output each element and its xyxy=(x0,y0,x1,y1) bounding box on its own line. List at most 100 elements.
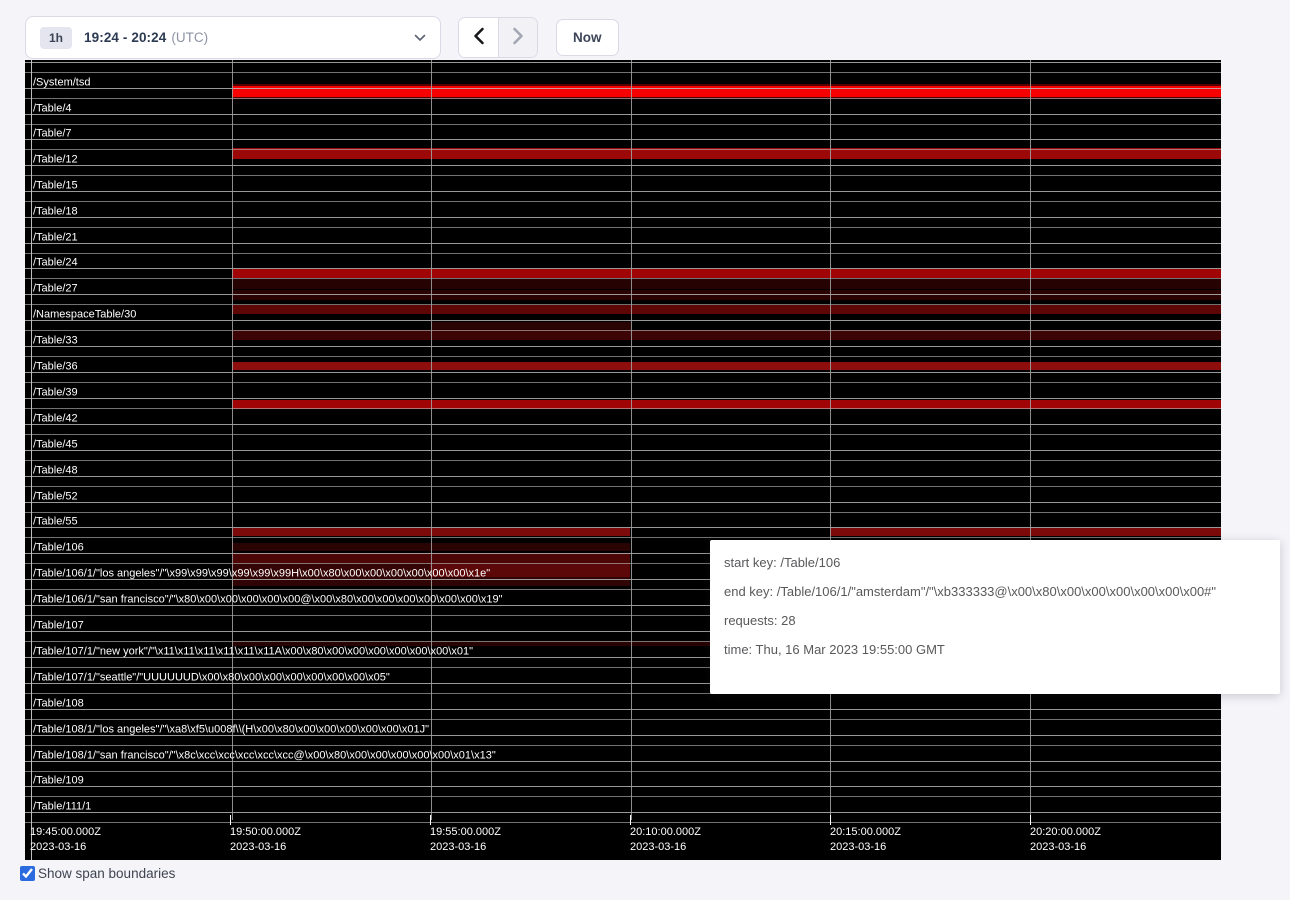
time-range-select[interactable]: 1h 19:24 - 20:24 (UTC) xyxy=(25,16,441,59)
span-boundary-line xyxy=(25,243,1221,244)
axis-tickmark xyxy=(630,815,631,825)
axis-tickmark xyxy=(430,815,431,825)
axis-tick-label: 19:45:00.000Z2023-03-16 xyxy=(30,825,101,855)
show-span-boundaries-label[interactable]: Show span boundaries xyxy=(38,866,175,881)
heat-band xyxy=(830,528,1221,536)
row-label: /Table/48 xyxy=(33,466,78,477)
span-tooltip: start key: /Table/106 end key: /Table/10… xyxy=(710,540,1280,694)
row-label: /Table/45 xyxy=(33,440,78,451)
heat-band xyxy=(232,362,1221,370)
time-gridline xyxy=(431,60,432,820)
span-boundary-line xyxy=(25,719,1221,720)
row-label: /Table/109 xyxy=(33,776,84,787)
span-boundary-line xyxy=(25,98,1221,99)
prev-interval-button[interactable] xyxy=(459,18,498,57)
range-timezone: (UTC) xyxy=(171,30,208,45)
axis-tick-label: 20:20:00.000Z2023-03-16 xyxy=(1030,825,1101,855)
span-boundary-line xyxy=(25,268,1221,269)
span-boundary-line xyxy=(25,88,1221,89)
chevron-down-icon xyxy=(414,34,426,42)
row-label: /Table/108/1/"san francisco"/"\x8c\xcc\x… xyxy=(33,751,496,762)
tooltip-end-key: end key: /Table/106/1/"amsterdam"/"\xb33… xyxy=(724,577,1266,606)
range-text: 19:24 - 20:24 xyxy=(84,30,166,45)
span-boundary-line xyxy=(25,165,1221,166)
row-label: /Table/108 xyxy=(33,699,84,710)
span-boundary-line xyxy=(25,201,1221,202)
span-boundary-line xyxy=(25,709,1221,710)
heat-band xyxy=(232,279,1221,289)
span-boundary-line xyxy=(25,372,1221,373)
axis-tick-label: 19:50:00.000Z2023-03-16 xyxy=(230,825,301,855)
span-boundary-line xyxy=(25,278,1221,279)
heat-band xyxy=(431,322,631,330)
span-boundary-line xyxy=(25,320,1221,321)
heat-band xyxy=(232,290,1221,300)
span-boundary-line xyxy=(25,450,1221,451)
span-boundary-line xyxy=(25,434,1221,435)
span-boundary-line xyxy=(25,62,1221,63)
keyvis-canvas[interactable]: /System/tsd/Table/4/Table/7/Table/12/Tab… xyxy=(25,60,1221,860)
row-label: /System/tsd xyxy=(33,78,90,89)
range-duration-chip: 1h xyxy=(40,27,72,49)
axis-tickmark xyxy=(1030,815,1031,825)
span-boundary-line xyxy=(25,460,1221,461)
span-boundary-line xyxy=(25,424,1221,425)
span-boundary-line xyxy=(25,512,1221,513)
span-boundary-line xyxy=(25,822,1221,823)
axis-tick-label: 20:15:00.000Z2023-03-16 xyxy=(830,825,901,855)
span-boundary-line xyxy=(25,294,1221,295)
row-label: /Table/4 xyxy=(33,104,72,115)
time-gridline xyxy=(830,60,831,820)
footer: Show span boundaries xyxy=(20,866,175,881)
span-boundary-line xyxy=(25,304,1221,305)
row-label: /Table/111/1 xyxy=(33,802,91,813)
span-boundary-line xyxy=(25,771,1221,772)
tooltip-requests: requests: 28 xyxy=(724,606,1266,635)
axis-tick-label: 19:55:00.000Z2023-03-16 xyxy=(430,825,501,855)
span-boundary-line xyxy=(25,330,1221,331)
row-label: /Table/33 xyxy=(33,336,78,347)
left-edge-line xyxy=(31,60,32,860)
heat-band xyxy=(232,305,1221,314)
span-boundary-line xyxy=(25,486,1221,487)
show-span-boundaries-checkbox[interactable] xyxy=(20,866,35,881)
row-label: /Table/108/1/"los angeles"/"\xa8\xf5\u00… xyxy=(33,725,429,736)
span-boundary-line xyxy=(25,175,1221,176)
span-boundary-line xyxy=(25,217,1221,218)
time-gridline xyxy=(232,60,233,820)
span-boundary-line xyxy=(25,114,1221,115)
span-boundary-line xyxy=(25,408,1221,409)
span-boundary-line xyxy=(25,502,1221,503)
row-label: /Table/39 xyxy=(33,388,78,399)
row-label: /Table/42 xyxy=(33,414,78,425)
span-boundary-line xyxy=(25,72,1221,73)
axis-tick-label: 20:10:00.000Z2023-03-16 xyxy=(630,825,701,855)
span-boundary-line xyxy=(25,356,1221,357)
next-interval-button[interactable] xyxy=(498,18,537,57)
span-boundary-line xyxy=(25,124,1221,125)
span-boundary-line xyxy=(25,139,1221,140)
row-label: /Table/7 xyxy=(33,129,72,140)
row-label: /Table/18 xyxy=(33,207,78,218)
time-gridline xyxy=(1030,60,1031,820)
span-boundary-line xyxy=(25,253,1221,254)
row-label: /Table/107/1/"new york"/"\x11\x11\x11\x1… xyxy=(33,647,473,658)
span-boundary-line xyxy=(25,227,1221,228)
span-boundary-line xyxy=(25,812,1221,813)
axis-tickmark xyxy=(830,815,831,825)
tooltip-time: time: Thu, 16 Mar 2023 19:55:00 GMT xyxy=(724,635,1266,664)
row-label: /Table/21 xyxy=(33,233,78,244)
chevron-left-icon xyxy=(472,27,486,48)
heat-band xyxy=(232,269,1221,278)
row-label: /Table/36 xyxy=(33,362,78,373)
row-label: /NamespaceTable/30 xyxy=(33,310,136,321)
chevron-right-icon xyxy=(511,27,525,48)
span-boundary-line xyxy=(25,537,1221,538)
toolbar: 1h 19:24 - 20:24 (UTC) Now xyxy=(25,16,619,59)
tooltip-start-key: start key: /Table/106 xyxy=(724,548,1266,577)
span-boundary-line xyxy=(25,346,1221,347)
row-label: /Table/107 xyxy=(33,621,84,632)
row-label: /Table/55 xyxy=(33,517,78,528)
now-button[interactable]: Now xyxy=(556,19,619,56)
row-label: /Table/106/1/"los angeles"/"\x99\x99\x99… xyxy=(33,569,490,580)
